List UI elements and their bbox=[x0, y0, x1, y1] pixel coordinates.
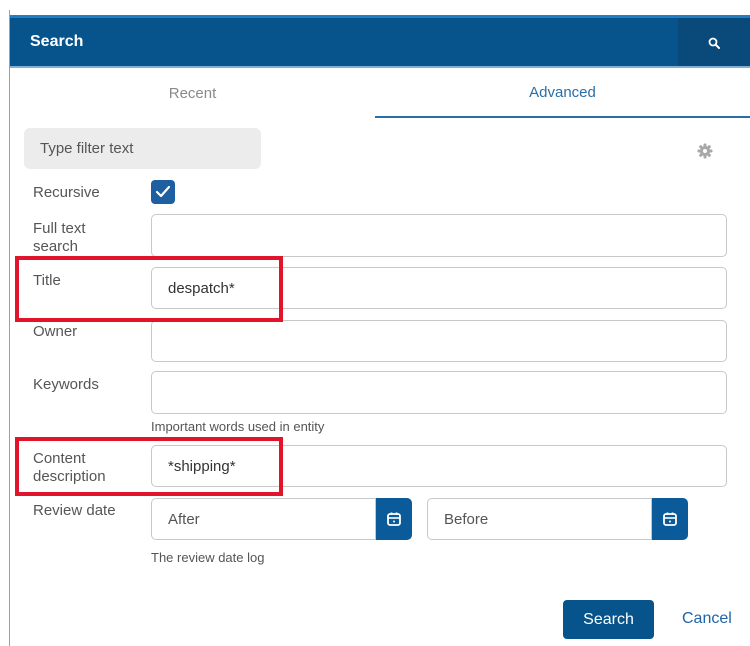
full-text-search-label: Full text search bbox=[33, 220, 86, 255]
calendar-icon bbox=[387, 512, 401, 526]
owner-input[interactable] bbox=[151, 320, 727, 362]
header-title: Search bbox=[30, 33, 84, 50]
header-search-button[interactable] bbox=[678, 18, 750, 68]
search-icon bbox=[708, 37, 720, 49]
recursive-checkbox[interactable] bbox=[151, 180, 175, 204]
tab-advanced[interactable]: Advanced bbox=[375, 68, 750, 118]
title-highlight-box bbox=[15, 256, 283, 322]
review-date-after-calendar-button[interactable] bbox=[376, 498, 412, 540]
owner-label: Owner bbox=[33, 323, 78, 340]
search-header: Search bbox=[10, 15, 750, 68]
review-date-after-input[interactable]: After bbox=[151, 498, 376, 540]
keywords-hint: Important words used in entity bbox=[151, 419, 325, 434]
review-date-before-calendar-button[interactable] bbox=[652, 498, 688, 540]
review-date-before-input[interactable]: Before bbox=[427, 498, 652, 540]
review-date-label: Review date bbox=[33, 502, 116, 519]
search-button[interactable]: Search bbox=[563, 600, 654, 639]
full-text-search-input[interactable] bbox=[151, 214, 727, 257]
keywords-input[interactable] bbox=[151, 371, 727, 414]
recursive-label: Recursive bbox=[33, 184, 100, 201]
tab-bar: Recent Advanced bbox=[10, 68, 750, 118]
gear-icon[interactable] bbox=[697, 143, 713, 159]
tab-recent[interactable]: Recent bbox=[10, 68, 375, 118]
filter-input[interactable]: Type filter text bbox=[24, 128, 261, 169]
review-date-hint: The review date log bbox=[151, 550, 265, 565]
cancel-button[interactable]: Cancel bbox=[682, 610, 732, 628]
calendar-icon bbox=[663, 512, 677, 526]
check-icon bbox=[155, 185, 171, 198]
content-description-highlight-box bbox=[15, 437, 283, 496]
keywords-label: Keywords bbox=[33, 376, 99, 393]
